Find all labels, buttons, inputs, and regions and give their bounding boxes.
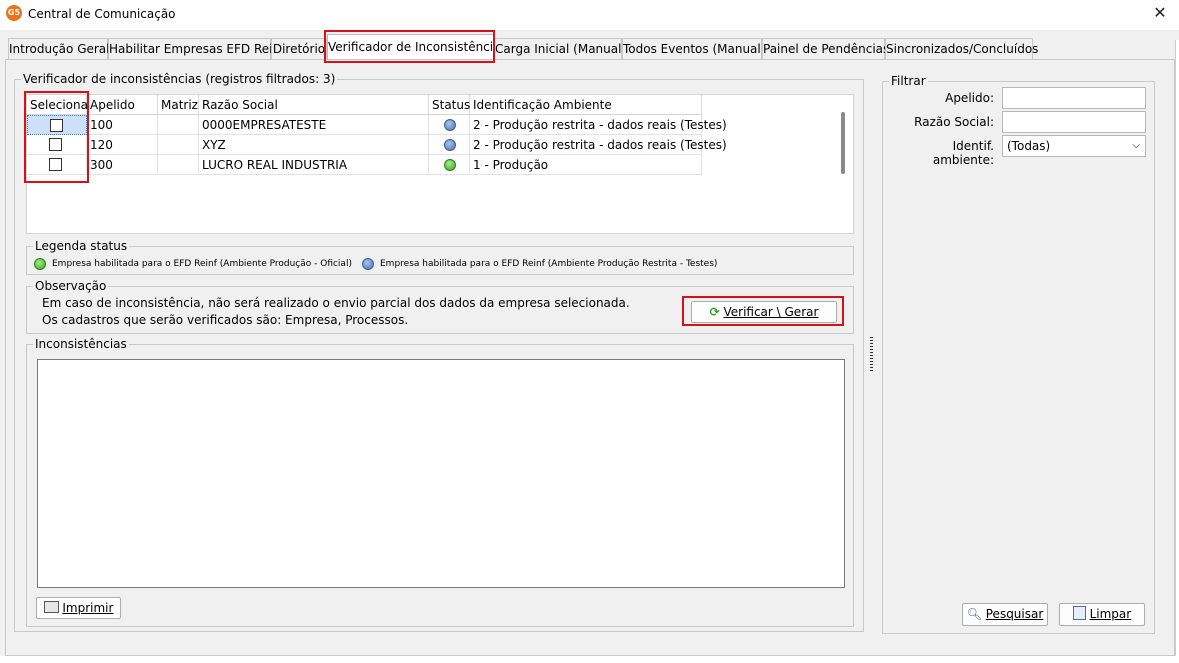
close-icon[interactable]: ✕ bbox=[1150, 3, 1170, 23]
cell-apelido: 120 bbox=[87, 135, 158, 155]
cell-status bbox=[429, 115, 470, 135]
identif-ambiente-label: Identif. ambiente: bbox=[932, 139, 994, 167]
observacao-line-1: Em caso de inconsistência, não será real… bbox=[42, 296, 630, 310]
tab-introducao-geral[interactable]: Introdução Geral bbox=[8, 38, 110, 59]
filtrar-title: Filtrar bbox=[891, 74, 926, 88]
col-header-razao-social[interactable]: Razão Social bbox=[199, 95, 429, 115]
cell-matriz bbox=[158, 135, 199, 155]
cell-ambiente: 1 - Produção bbox=[470, 155, 702, 175]
tab-diretorio[interactable]: Diretório bbox=[271, 38, 327, 59]
cell-status bbox=[429, 135, 470, 155]
legend-blue-text: Empresa habilitada para o EFD Reinf (Amb… bbox=[380, 259, 718, 269]
cell-ambiente: 2 - Produção restrita - dados reais (Tes… bbox=[470, 135, 727, 155]
inconsistencias-textarea[interactable] bbox=[37, 359, 845, 588]
legend-green-dot-icon bbox=[34, 258, 46, 270]
tab-habilitar-empresas[interactable]: Habilitar Empresas EFD Reinf bbox=[108, 38, 284, 59]
col-header-matriz[interactable]: Matriz bbox=[158, 95, 199, 115]
imprimir-button[interactable]: Imprimir bbox=[36, 597, 121, 619]
razao-social-label: Razão Social: bbox=[914, 115, 994, 129]
highlight-active-tab bbox=[324, 30, 495, 63]
observacao-line-2: Os cadastros que serão verificados são: … bbox=[42, 313, 409, 327]
pesquisar-button[interactable]: 🔍︎ Pesquisar bbox=[962, 603, 1048, 626]
app-logo-icon: G5 bbox=[6, 5, 22, 21]
col-header-identificacao-ambiente[interactable]: Identificação Ambiente bbox=[470, 95, 702, 115]
cell-ambiente: 2 - Produção restrita - dados reais (Tes… bbox=[470, 115, 727, 135]
tab-sincronizados[interactable]: Sincronizados/Concluídos bbox=[885, 38, 1038, 59]
splitter-grip[interactable] bbox=[870, 337, 873, 373]
window-bottom-edge bbox=[0, 656, 1179, 663]
status-blue-dot-icon bbox=[444, 119, 456, 131]
legend-status-title: Legenda status bbox=[35, 239, 128, 253]
legend-blue-dot-icon bbox=[362, 258, 374, 270]
observacao-title: Observação bbox=[35, 279, 107, 293]
tab-todos-eventos[interactable]: Todos Eventos (Manual) bbox=[622, 38, 765, 59]
cell-matriz bbox=[158, 115, 199, 135]
grid-scrollbar[interactable] bbox=[841, 112, 845, 174]
tab-strip: Introdução Geral Habilitar Empresas EFD … bbox=[0, 34, 1179, 60]
cell-razao-social: 0000EMPRESATESTE bbox=[199, 115, 429, 135]
status-blue-dot-icon bbox=[444, 139, 456, 151]
cell-apelido: 100 bbox=[87, 115, 158, 135]
legend-status-group: Legenda status bbox=[26, 239, 854, 275]
cell-razao-social: XYZ bbox=[199, 135, 429, 155]
apelido-field[interactable] bbox=[1002, 87, 1146, 109]
col-header-status[interactable]: Status bbox=[429, 95, 470, 115]
pesquisar-label: Pesquisar bbox=[985, 607, 1044, 621]
apelido-label: Apelido: bbox=[945, 91, 994, 105]
identif-ambiente-select[interactable]: (Todas) ⌵ bbox=[1002, 135, 1146, 157]
identif-ambiente-value: (Todas) bbox=[1007, 139, 1051, 153]
cell-razao-social: LUCRO REAL INDUSTRIA bbox=[199, 155, 429, 175]
tab-carga-inicial[interactable]: Carga Inicial (Manual) bbox=[494, 38, 626, 59]
cell-matriz bbox=[158, 155, 199, 175]
window-title: Central de Comunicação bbox=[28, 7, 176, 21]
limpar-label: Limpar bbox=[1089, 607, 1132, 621]
chevron-down-icon: ⌵ bbox=[1132, 140, 1140, 151]
legend-green-text: Empresa habilitada para o EFD Reinf (Amb… bbox=[52, 259, 352, 269]
window-right-edge bbox=[1175, 40, 1179, 663]
printer-icon bbox=[43, 601, 59, 613]
eraser-icon bbox=[1072, 606, 1086, 620]
verificador-group-title: Verificador de inconsistências (registro… bbox=[23, 72, 336, 86]
highlight-selecionar-column bbox=[24, 91, 89, 183]
razao-social-field[interactable] bbox=[1002, 111, 1146, 133]
tab-painel-pendencias[interactable]: Painel de Pendências bbox=[762, 38, 889, 59]
search-icon: 🔍︎ bbox=[966, 607, 982, 621]
inconsistencias-title: Inconsistências bbox=[35, 337, 127, 351]
imprimir-label: Imprimir bbox=[62, 601, 114, 615]
limpar-button[interactable]: Limpar bbox=[1059, 603, 1145, 626]
title-bar: G5 Central de Comunicação ✕ bbox=[0, 0, 1179, 30]
status-green-dot-icon bbox=[444, 159, 456, 171]
companies-grid[interactable]: Selecionar Apelido Matriz Razão Social S… bbox=[26, 94, 854, 234]
highlight-verificar-button bbox=[682, 296, 844, 326]
cell-status bbox=[429, 155, 470, 175]
col-header-apelido[interactable]: Apelido bbox=[87, 95, 158, 115]
cell-apelido: 300 bbox=[87, 155, 158, 175]
